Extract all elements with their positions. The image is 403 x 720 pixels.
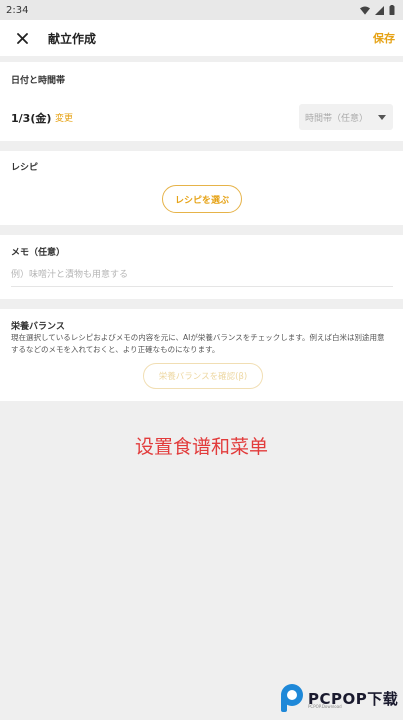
date-time-label: 日付と時間帯	[11, 76, 66, 86]
time-slot-select[interactable]: 時間帯（任意）	[299, 104, 393, 130]
choose-recipe-button[interactable]: レシピを選ぶ	[162, 185, 242, 213]
page-title: 献立作成	[48, 31, 97, 46]
recipe-section: レシピ レシピを選ぶ	[0, 151, 403, 225]
memo-label: メモ（任意）	[11, 248, 66, 258]
time-slot-placeholder: 時間帯（任意）	[305, 113, 369, 124]
save-button[interactable]: 保存	[373, 30, 395, 46]
watermark-logo: PCPOP下载 PCPOP.Download	[279, 683, 398, 713]
signal-icon	[375, 5, 384, 15]
recipe-label: レシピ	[11, 163, 39, 173]
nutrition-description: 現在選択しているレシピおよびメモの内容を元に、AIが栄養バランスをチェックします…	[11, 333, 385, 354]
memo-section: メモ（任意）	[0, 235, 403, 299]
close-button[interactable]	[12, 28, 32, 48]
nutrition-label: 栄養バランス	[11, 322, 65, 332]
pcpop-logo-icon	[281, 684, 303, 712]
status-time: 2:34	[6, 4, 29, 16]
watermark-subtext: PCPOP.Download	[308, 704, 342, 709]
nutrition-section: 栄養バランス 現在選択しているレシピおよびメモの内容を元に、AIが栄養バランスを…	[0, 309, 403, 401]
battery-icon	[389, 5, 395, 15]
dropdown-arrow-icon	[378, 114, 386, 120]
date-value: 1/3(金)	[11, 112, 52, 125]
status-bar: 2:34	[0, 0, 403, 20]
change-date-link[interactable]: 変更	[55, 111, 73, 124]
app-bar: 献立作成 保存	[0, 20, 403, 56]
status-icons	[360, 5, 395, 15]
date-time-section: 日付と時間帯 1/3(金) 変更 時間帯（任意）	[0, 62, 403, 141]
close-icon	[16, 32, 28, 44]
wifi-icon	[360, 6, 370, 15]
check-nutrition-button[interactable]: 栄養バランスを確認(β)	[143, 363, 263, 389]
memo-input[interactable]	[11, 263, 393, 287]
caption-text: 设置食谱和菜单	[134, 436, 268, 458]
